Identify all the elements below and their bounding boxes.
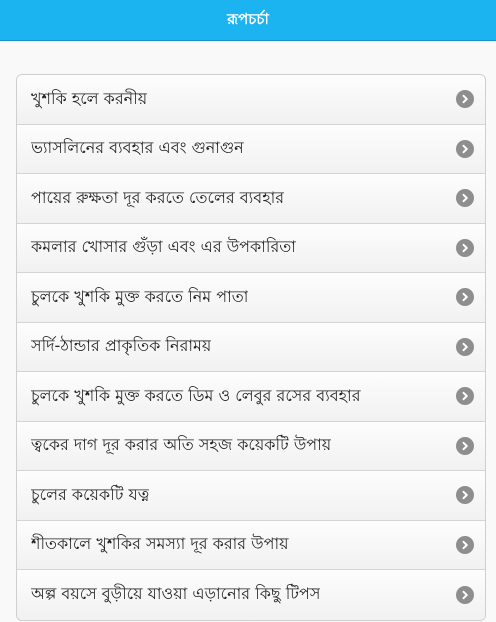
list-item[interactable]: খুশকি হলে করনীয় bbox=[17, 75, 485, 125]
list-item[interactable]: পায়ের রুক্ষতা দূর করতে তেলের ব্যবহার bbox=[17, 174, 485, 224]
list-item[interactable]: অল্প বয়সে বুড়ীয়ে যাওয়া এড়ানোর কিছু … bbox=[17, 570, 485, 620]
list-item-label: সর্দি-ঠান্ডার প্রাকৃতিক নিরাময় bbox=[31, 336, 212, 356]
chevron-right-icon bbox=[456, 189, 474, 208]
chevron-right-icon bbox=[456, 139, 474, 158]
chevron-right-icon bbox=[456, 238, 474, 257]
list-item-label: ভ্যাসলিনের ব্যবহার এবং গুনাগুন bbox=[31, 138, 244, 158]
list-item-label: চুলকে খুশকি মুক্ত করতে ডিম ও লেবুর রসের … bbox=[31, 385, 361, 405]
list-item-label: শীতকালে খুশকির সমস্যা দূর করার উপায় bbox=[31, 534, 289, 554]
list-item-label: খুশকি হলে করনীয় bbox=[31, 88, 148, 108]
list-item[interactable]: ত্বকের দাগ দূর করার অতি সহজ কয়েকটি উপায… bbox=[17, 421, 485, 471]
chevron-right-icon bbox=[456, 436, 474, 455]
chevron-right-icon bbox=[456, 535, 474, 554]
list-item[interactable]: চুলের কয়েকটি যত্ন bbox=[17, 471, 485, 521]
page-title: রূপচর্চা bbox=[227, 9, 269, 28]
list-item-label: অল্প বয়সে বুড়ীয়ে যাওয়া এড়ানোর কিছু … bbox=[31, 584, 321, 604]
list-item[interactable]: ভ্যাসলিনের ব্যবহার এবং গুনাগুন bbox=[17, 124, 485, 174]
list-item-label: ত্বকের দাগ দূর করার অতি সহজ কয়েকটি উপায… bbox=[31, 435, 332, 455]
list-item-label: চুলকে খুশকি মুক্ত করতে নিম পাতা bbox=[31, 286, 249, 306]
list-item[interactable]: শীতকালে খুশকির সমস্যা দূর করার উপায় bbox=[17, 520, 485, 570]
chevron-right-icon bbox=[456, 337, 474, 356]
chevron-right-icon bbox=[456, 288, 474, 307]
list-item-label: কমলার খোসার গুঁড়া এবং এর উপকারিতা bbox=[31, 237, 296, 257]
list-item[interactable]: চুলকে খুশকি মুক্ত করতে ডিম ও লেবুর রসের … bbox=[17, 372, 485, 422]
list-item[interactable]: চুলকে খুশকি মুক্ত করতে নিম পাতা bbox=[17, 273, 485, 323]
list-item-label: চুলের কয়েকটি যত্ন bbox=[31, 484, 150, 504]
chevron-right-icon bbox=[456, 486, 474, 505]
list-item-label: পায়ের রুক্ষতা দূর করতে তেলের ব্যবহার bbox=[31, 187, 285, 207]
article-list: খুশকি হলে করনীয় ভ্যাসলিনের ব্যবহার এবং গ… bbox=[16, 74, 486, 621]
chevron-right-icon bbox=[456, 90, 474, 109]
chevron-right-icon bbox=[456, 387, 474, 406]
chevron-right-icon bbox=[456, 585, 474, 604]
app-header: রূপচর্চা bbox=[0, 0, 496, 41]
list-item[interactable]: সর্দি-ঠান্ডার প্রাকৃতিক নিরাময় bbox=[17, 322, 485, 372]
list-item[interactable]: কমলার খোসার গুঁড়া এবং এর উপকারিতা bbox=[17, 223, 485, 273]
